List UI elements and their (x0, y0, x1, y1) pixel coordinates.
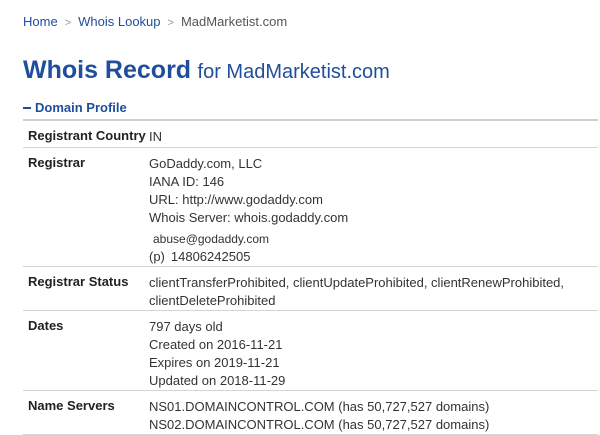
registrar-value: GoDaddy.com, LLC IANA ID: 146 URL: http:… (149, 147, 598, 266)
created-date: Created on 2016-11-21 (149, 336, 283, 352)
registrar-phone: (p) 14806242505 (149, 248, 598, 266)
breadcrumb-whois-lookup-link[interactable]: Whois Lookup (78, 14, 160, 29)
dates-value: 797 days old Created on 2016-11-21 Expir… (149, 310, 598, 390)
row-label: Dates (28, 317, 64, 333)
row-dates: Dates 797 days old Created on 2016-11-21… (23, 310, 598, 390)
breadcrumb-separator: > (167, 17, 174, 29)
registrar-abuse-email: abuse@godaddy.com (153, 231, 270, 246)
page-title: Whois Record for MadMarketist.com (23, 56, 390, 85)
domain-profile-table: Registrant Country IN Registrar GoDaddy.… (23, 119, 598, 435)
updated-date: Updated on 2018-11-29 (149, 372, 286, 388)
status-line: clientDeleteProhibited (149, 292, 276, 308)
breadcrumb: Home > Whois Lookup > MadMarketist.com (23, 14, 287, 29)
row-registrant-country: Registrant Country IN (23, 120, 598, 147)
row-label: Name Servers (28, 397, 115, 413)
name-server: NS01.DOMAINCONTROL.COM (has 50,727,527 d… (149, 398, 490, 414)
row-registrar-status: Registrar Status clientTransferProhibite… (23, 266, 598, 310)
page-title-domain: for MadMarketist.com (197, 61, 390, 83)
registrar-url: URL: http://www.godaddy.com (149, 191, 323, 207)
row-name-servers: Name Servers NS01.DOMAINCONTROL.COM (has… (23, 390, 598, 434)
phone-number: 14806242505 (170, 248, 251, 264)
section-title: Domain Profile (35, 100, 127, 115)
breadcrumb-home-link[interactable]: Home (23, 14, 58, 29)
phone-label: (p) (149, 248, 165, 264)
registrant-country-value: IN (149, 129, 162, 144)
status-line: clientTransferProhibited, clientUpdatePr… (149, 274, 565, 290)
expires-date: Expires on 2019-11-21 (149, 354, 280, 370)
registrar-whois-server: Whois Server: whois.godaddy.com (149, 209, 349, 225)
page-title-main: Whois Record (23, 56, 192, 84)
row-label: Registrar Status (28, 273, 129, 289)
registrar-status-value: clientTransferProhibited, clientUpdatePr… (149, 266, 598, 310)
row-registrar: Registrar GoDaddy.com, LLC IANA ID: 146 … (23, 147, 598, 266)
domain-age: 797 days old (149, 318, 223, 334)
breadcrumb-separator: > (64, 17, 72, 29)
row-label: Registrar (28, 154, 86, 170)
registrar-iana-id: IANA ID: 146 (149, 173, 225, 189)
breadcrumb-current: MadMarketist.com (180, 14, 288, 29)
row-label: Registrant Country (28, 128, 146, 143)
collapse-icon (23, 106, 31, 109)
registrar-name: GoDaddy.com, LLC (149, 155, 263, 171)
domain-profile-section-toggle[interactable]: Domain Profile (23, 100, 127, 115)
name-servers-value: NS01.DOMAINCONTROL.COM (has 50,727,527 d… (149, 390, 598, 434)
name-server: NS02.DOMAINCONTROL.COM (has 50,727,527 d… (149, 416, 490, 432)
